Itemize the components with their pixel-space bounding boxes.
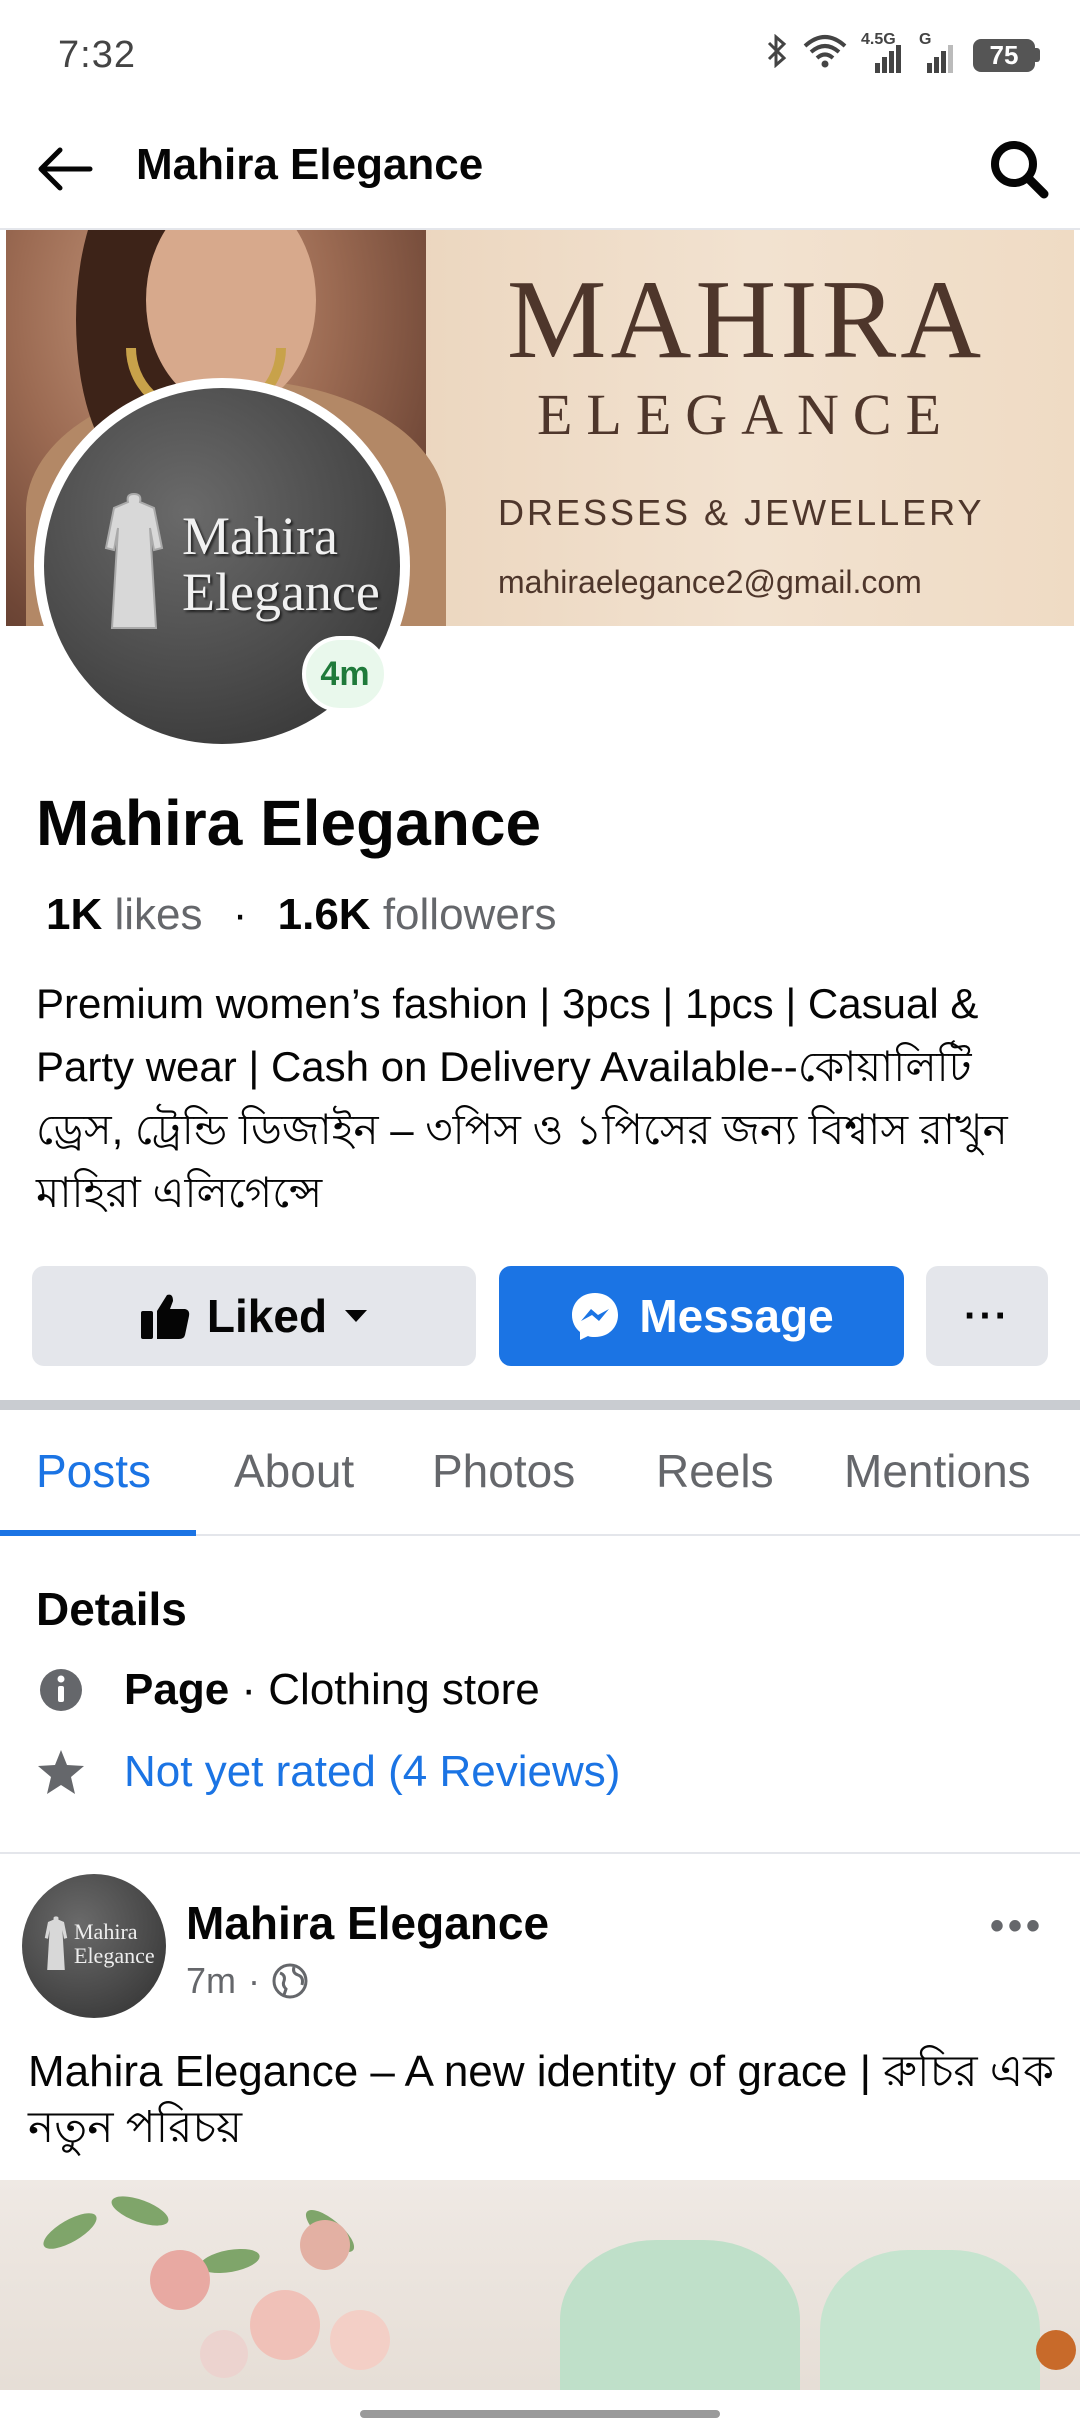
- more-options-button[interactable]: ···: [926, 1266, 1048, 1366]
- detail-page-type: Page · Clothing store: [36, 1660, 540, 1720]
- post-image[interactable]: [0, 2180, 1080, 2390]
- post-text: Mahira Elegance – A new identity of grac…: [28, 2047, 1055, 2152]
- tab-mentions[interactable]: Mentions: [844, 1444, 1031, 1498]
- cover-brand: MAHIRA ELEGANCE: [496, 260, 996, 450]
- tab-reels[interactable]: Reels: [656, 1444, 774, 1498]
- profile-tabs: Posts About Photos Reels Mentions: [0, 1410, 1080, 1536]
- thumbs-up-icon: [140, 1294, 190, 1339]
- signal-icon-1: 4.5G: [861, 31, 905, 75]
- header-title: Mahira Elegance: [136, 140, 484, 189]
- post-author-name[interactable]: Mahira Elegance: [186, 1896, 549, 1950]
- search-button[interactable]: [984, 134, 1054, 204]
- post-options-button[interactable]: •••: [990, 1904, 1044, 1949]
- message-label: Message: [639, 1290, 834, 1342]
- status-icons: 4.5G G 75: [765, 31, 1040, 76]
- likes-count: 1K: [46, 890, 103, 939]
- page-bio: Premium women’s fashion | 3pcs | 1pcs | …: [36, 980, 1008, 1216]
- tab-posts[interactable]: Posts: [36, 1444, 151, 1498]
- liked-label: Liked: [206, 1290, 328, 1342]
- page-type-label: Page: [124, 1665, 230, 1714]
- avatar-logo-line1: Mahira: [182, 506, 338, 566]
- message-button[interactable]: Message: [499, 1266, 904, 1366]
- caret-down-icon: [345, 1310, 368, 1322]
- avatar-logo-line2: Elegance: [182, 562, 380, 622]
- post-meta-separator: ·: [248, 1960, 261, 2001]
- cover-email: mahiraelegance2@gmail.com: [498, 564, 922, 600]
- section-divider: [0, 1400, 1080, 1410]
- active-tab-indicator: [0, 1530, 196, 1536]
- star-icon: [36, 1747, 86, 1797]
- cover-brand-sub: ELEGANCE: [536, 382, 956, 447]
- globe-icon: [272, 1963, 308, 1999]
- stats-separator: ·: [232, 890, 248, 939]
- dress-logo-icon: [44, 1916, 68, 1970]
- back-arrow-icon: [38, 147, 93, 191]
- rating-link[interactable]: Not yet rated (4 Reviews): [124, 1747, 620, 1797]
- status-time: 7:32: [58, 34, 136, 76]
- status-bar: 7:32 4.5G G 75: [0, 0, 1080, 110]
- search-icon: [991, 141, 1049, 199]
- tab-photos[interactable]: Photos: [432, 1444, 575, 1498]
- post-avatar-line2: Elegance: [74, 1943, 155, 1968]
- home-indicator[interactable]: [360, 2410, 720, 2418]
- post-meta: 7m ·: [186, 1960, 308, 2002]
- action-row: Liked Message ···: [32, 1266, 1048, 1366]
- battery-icon: 75: [973, 38, 1040, 72]
- page-stats: 1K likes · 1.6K followers: [46, 890, 556, 940]
- battery-level: 75: [973, 38, 1035, 72]
- page-category: · Clothing store: [229, 1665, 540, 1714]
- followers-count: 1.6K: [277, 890, 371, 939]
- liked-button[interactable]: Liked: [32, 1266, 476, 1366]
- likes-label: likes: [114, 890, 203, 939]
- cover-tagline: DRESSES & JEWELLERY: [498, 492, 985, 533]
- signal-icon-2: G: [919, 31, 959, 75]
- messenger-icon: [572, 1293, 619, 1340]
- post-time: 7m: [186, 1960, 237, 2001]
- dress-logo-icon: [104, 493, 164, 629]
- story-badge[interactable]: 4m: [302, 636, 388, 712]
- details-divider: [0, 1852, 1080, 1854]
- detail-rating: Not yet rated (4 Reviews): [36, 1742, 620, 1802]
- page-name: Mahira Elegance: [36, 787, 542, 859]
- post-author-avatar[interactable]: Mahira Elegance: [22, 1874, 166, 2018]
- tab-about[interactable]: About: [234, 1444, 354, 1498]
- app-header: Mahira Elegance: [0, 110, 1080, 230]
- back-button[interactable]: [32, 136, 98, 202]
- wifi-icon: [803, 34, 847, 76]
- bluetooth-icon: [765, 33, 789, 76]
- details-title: Details: [36, 1583, 187, 1635]
- cover-brand-name: MAHIRA: [506, 258, 986, 382]
- info-icon: [36, 1665, 86, 1715]
- followers-label: followers: [382, 890, 557, 939]
- post-avatar-line1: Mahira: [74, 1919, 138, 1944]
